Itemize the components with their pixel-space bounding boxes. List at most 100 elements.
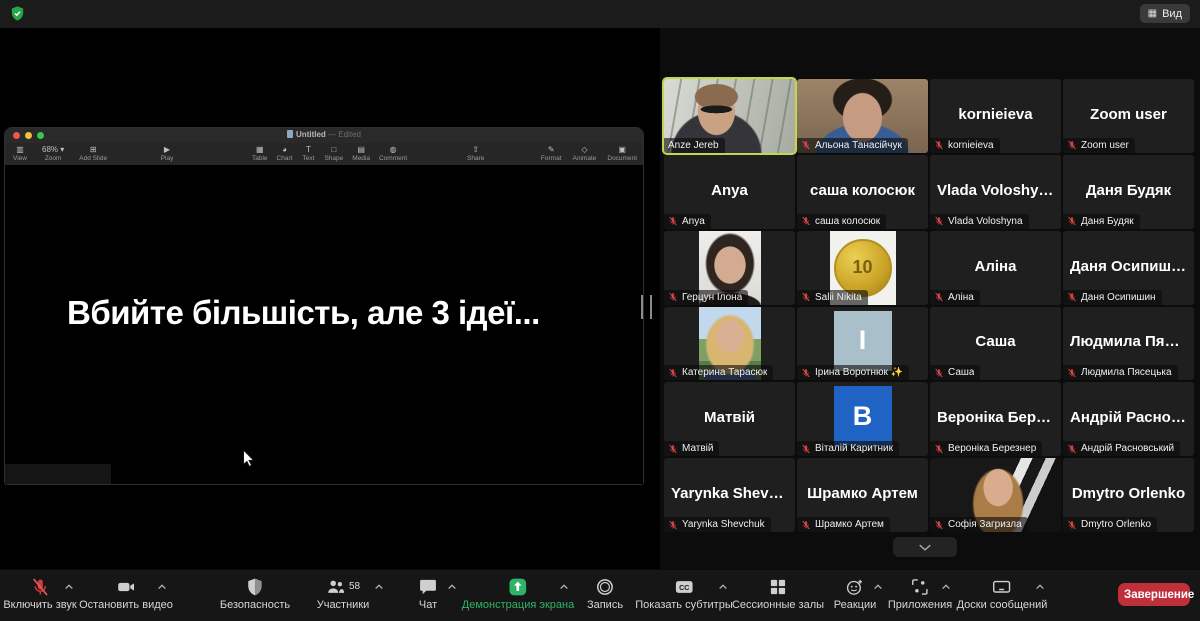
end-meeting-button[interactable]: Завершение (1118, 583, 1190, 606)
keynote-comment-button[interactable]: ◍Comment (379, 145, 407, 162)
participant-label-text: Ірина Воротнюк ✨ (815, 367, 903, 378)
keynote-chart-button[interactable]: ◕Chart (277, 145, 293, 162)
toolbar-record-button[interactable]: Запись (587, 576, 623, 611)
participant-tile-саша-колосюк[interactable]: саша колосюксаша колосюк (797, 155, 928, 229)
participant-tile-катерина-тарасюк[interactable]: Катерина Тарасюк (664, 307, 795, 381)
add-slide-icon: ⊞ (90, 145, 97, 154)
toolbar-chat-chevron-up-icon[interactable] (447, 577, 457, 595)
keynote-animate-button[interactable]: ◇Animate (573, 145, 597, 162)
participant-tile-матвій[interactable]: МатвійМатвій (664, 382, 795, 456)
keynote-play-button[interactable]: ▶Play (160, 145, 174, 162)
participant-tile-вероніка-березнер[interactable]: Вероніка БерезнерВероніка Березнер (930, 382, 1061, 456)
text-icon: T (306, 145, 311, 154)
slide-title-text: Вбийте більшість, але 3 ідеї... (67, 294, 540, 332)
toolbar-whiteboard-chevron-up-icon[interactable] (1035, 577, 1045, 595)
zoom-value: 68% ▾ (42, 145, 64, 154)
participant-label-text: Vlada Voloshyna (948, 216, 1023, 227)
toolbar-video-chevron-up-icon[interactable] (157, 577, 167, 595)
toolbar-share-button[interactable]: Демонстрация экрана (462, 576, 574, 611)
record-icon (595, 576, 615, 597)
participant-label-text: Anya (682, 216, 705, 227)
mic-muted-icon (668, 368, 678, 378)
participant-tile-аліна[interactable]: АлінаАліна (930, 231, 1061, 305)
meeting-topbar: ▦ Вид (0, 0, 1200, 28)
view-button[interactable]: ▦ Вид (1140, 4, 1190, 23)
next-participants-page-button[interactable] (893, 537, 957, 557)
participant-tile-yarynka-shevchuk[interactable]: Yarynka Shevchuk Yarynka Shevchuk (664, 458, 795, 532)
share-icon: ⇧ (472, 145, 479, 154)
participant-label: Vlada Voloshyna (930, 214, 1029, 229)
participant-tile-kornieieva[interactable]: kornieievakornieieva (930, 79, 1061, 153)
participant-tile-anya[interactable]: AnyaAnya (664, 155, 795, 229)
keynote-zoom-dropdown[interactable]: 68% ▾Zoom (42, 145, 64, 162)
keynote-text-button[interactable]: TText (301, 145, 315, 162)
participant-tile-ірина-воротнюк[interactable]: IІрина Воротнюк ✨ (797, 307, 928, 381)
panel-resize-handle[interactable] (641, 295, 652, 319)
participant-name-large: Yarynka Shevchuk (664, 485, 795, 502)
chat-icon (418, 576, 438, 597)
participant-tile-герцун-ілона[interactable]: Герцун Ілона (664, 231, 795, 305)
participant-tile-vlada-voloshyna[interactable]: Vlada VoloshynaVlada Voloshyna (930, 155, 1061, 229)
toolbar-security-button[interactable]: Безопасность (220, 576, 290, 611)
toolbar-whiteboard-button[interactable]: Доски сообщений (957, 576, 1048, 611)
toolbar-chat-button[interactable]: Чат (418, 576, 438, 611)
keynote-add-slide-button[interactable]: ⊞Add Slide (79, 145, 107, 162)
participant-tile-даня-осипишин[interactable]: Даня ОсипишинДаня Осипишин (1063, 231, 1194, 305)
keynote-titlebar: Untitled — Edited (5, 128, 643, 143)
participant-name-large: Dmytro Orlenko (1063, 485, 1194, 502)
participant-label: Zoom user (1063, 138, 1135, 153)
toolbar-participants-button[interactable]: 58Участники (317, 576, 370, 611)
keynote-media-button[interactable]: ▤Media (352, 145, 370, 162)
participant-tile-шрамко-артем[interactable]: Шрамко АртемШрамко Артем (797, 458, 928, 532)
mouse-cursor (242, 449, 255, 473)
participant-tile-андрій-расновський[interactable]: Андрій РасновськийАндрій Расновський (1063, 382, 1194, 456)
keynote-share-button[interactable]: ⇧Share (467, 145, 484, 162)
toolbar-captions-chevron-up-icon[interactable] (718, 577, 728, 595)
participant-tile-людмила-пясецька[interactable]: Людмила ПясецькаЛюдмила Пясецька (1063, 307, 1194, 381)
participant-label-text: Даня Будяк (1081, 216, 1134, 227)
keynote-document-button[interactable]: ▣Document (607, 145, 637, 162)
participant-name-large: Даня Осипишин (1063, 258, 1194, 275)
toolbar-captions-label: Показать субтитры (635, 599, 733, 611)
participant-tile-anze-jereb[interactable]: Anze Jereb (664, 79, 795, 153)
mic-muted-icon (801, 368, 811, 378)
keynote-format-button[interactable]: ✎Format (541, 145, 562, 162)
mic-muted-icon (1067, 368, 1077, 378)
toolbar-rooms-button[interactable]: Сессионные залы (732, 576, 824, 611)
participant-label-text: Віталій Каритник (815, 443, 893, 454)
participant-name-large: Zoom user (1063, 106, 1194, 123)
participant-name-large: Людмила Пясецька (1063, 334, 1194, 351)
toolbar-apps-chevron-up-icon[interactable] (941, 577, 951, 595)
toolbar-reactions-chevron-up-icon[interactable] (873, 577, 883, 595)
participant-avatar-letter: B (834, 386, 892, 446)
participant-tile-dmytro-orlenko[interactable]: Dmytro Orlenko Dmytro Orlenko (1063, 458, 1194, 532)
toolbar-participants-chevron-up-icon[interactable] (374, 577, 384, 595)
keynote-view-button[interactable]: ▥View (13, 145, 27, 162)
share-icon (508, 576, 528, 597)
toolbar-reactions-button[interactable]: Реакции (834, 576, 877, 611)
keynote-table-button[interactable]: ▦Table (252, 145, 268, 162)
toolbar-whiteboard-label: Доски сообщений (957, 599, 1048, 611)
toolbar-share-chevron-up-icon[interactable] (559, 577, 569, 595)
meeting-toolbar: Завершение Включить звукОстановить видео… (0, 569, 1200, 621)
participant-label: Salii Nikita (797, 290, 868, 305)
keynote-shape-button[interactable]: □Shape (324, 145, 343, 162)
participant-tile-zoom-user[interactable]: Zoom user Zoom user (1063, 79, 1194, 153)
encryption-shield-icon[interactable] (9, 5, 26, 22)
mic-muted-icon (934, 444, 944, 454)
keynote-window-title: Untitled — Edited (5, 130, 643, 139)
smiley-icon (845, 576, 865, 597)
participant-name-large: Матвій (664, 409, 795, 426)
toolbar-mute-chevron-up-icon[interactable] (64, 577, 74, 595)
participant-name-large: Вероніка Березнер (930, 409, 1061, 426)
comment-icon: ◍ (390, 145, 397, 154)
toolbar-reactions-label: Реакции (834, 599, 877, 611)
participant-tile-софія-загризла[interactable]: Софія Загризла (930, 458, 1061, 532)
participant-tile-salii-nikita[interactable]: 10Salii Nikita (797, 231, 928, 305)
participant-tile-віталій-каритник[interactable]: BВіталій Каритник (797, 382, 928, 456)
participant-label-text: Yarynka Shevchuk (682, 519, 765, 530)
participant-tile-альона-танасійчук[interactable]: Альона Танасійчук (797, 79, 928, 153)
participant-tile-саша[interactable]: СашаСаша (930, 307, 1061, 381)
participant-tile-даня-будяк[interactable]: Даня БудякДаня Будяк (1063, 155, 1194, 229)
participant-label-text: Dmytro Orlenko (1081, 519, 1151, 530)
